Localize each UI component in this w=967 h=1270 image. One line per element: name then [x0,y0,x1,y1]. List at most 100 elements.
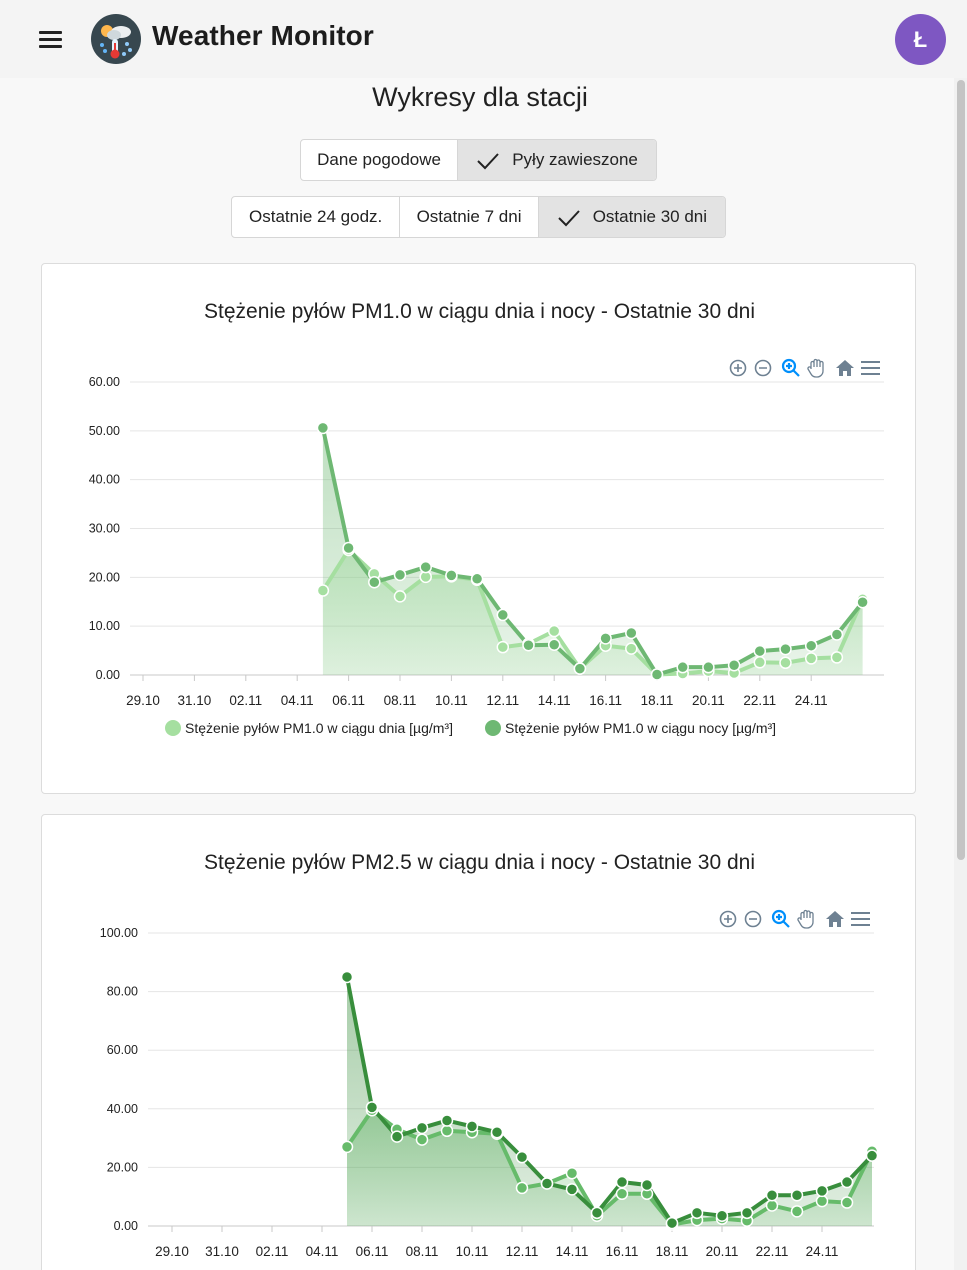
x-tick-label: 18.11 [656,1244,689,1259]
y-tick-label: 100.00 [100,926,138,940]
data-point [316,421,330,435]
data-point [753,644,767,658]
data-point [316,584,330,597]
data-point [665,1216,679,1230]
data-point [615,1187,629,1201]
data-point [393,568,407,582]
x-tick-label: 31.10 [205,1244,239,1259]
legend-label: Stężenie pyłów PM1.0 w ciągu nocy [µg/m³… [505,720,776,736]
data-point [765,1199,779,1212]
data-point [368,575,381,589]
reset-home-icon[interactable] [826,911,844,927]
data-point [790,1188,804,1202]
data-point [856,595,869,609]
data-point [496,640,510,654]
menu-icon[interactable] [36,26,66,52]
x-tick-label: 04.11 [281,693,314,708]
tab-last-7-days[interactable]: Ostatnie 7 dni [400,197,539,237]
data-point [753,656,767,669]
data-point [465,1120,479,1133]
zoom-out-icon[interactable] [744,910,762,928]
data-point [804,639,818,652]
legend-item-1[interactable]: Stężenie pyłów PM1.0 w ciągu nocy [µg/m³… [485,720,776,736]
chart-card-pm25: Stężenie pyłów PM2.5 w ciągu dnia i nocy… [41,814,916,1270]
reset-home-icon[interactable] [836,360,854,376]
data-point [650,668,664,681]
chart-card-pm1: Stężenie pyłów PM1.0 w ciągu dnia i nocy… [41,263,916,794]
data-point [547,638,561,651]
selection-zoom-icon[interactable] [771,909,790,928]
tab-label: Pyły zawieszone [512,150,638,169]
check-icon [557,209,580,227]
legend-label: Stężenie pyłów PM1.0 w ciągu dnia [µg/m³… [185,720,453,736]
x-tick-label: 12.11 [506,1244,539,1259]
tab-particulate-matter[interactable]: Pyły zawieszone [458,140,656,180]
x-tick-label: 31.10 [178,693,212,708]
data-point [804,652,818,665]
data-point [540,1177,554,1190]
weather-logo-icon [91,14,141,64]
zoom-in-icon[interactable] [729,359,747,377]
data-point [590,1206,604,1220]
data-point [815,1184,829,1198]
x-tick-label: 12.11 [486,693,519,708]
y-tick-label: 40.00 [89,473,120,487]
tab-weather-data[interactable]: Dane pogodowe [301,140,459,180]
tab-label: Ostatnie 7 dni [416,207,522,226]
y-tick-label: 60.00 [89,375,120,389]
series-area-1 [347,976,872,1226]
selection-zoom-icon[interactable] [781,358,800,377]
data-point [522,638,535,652]
data-point [365,1101,379,1114]
data-point [440,1124,454,1138]
data-point [342,541,355,555]
data-point [440,1114,454,1127]
data-point [573,662,587,675]
data-point [830,628,844,641]
legend-item-0[interactable]: Stężenie pyłów PM1.0 w ciągu dnia [µg/m³… [165,720,453,736]
zoom-in-icon[interactable] [719,910,737,928]
data-point [470,572,484,586]
menu-icon[interactable] [851,912,870,926]
data-point [790,1205,804,1218]
y-tick-label: 40.00 [107,1102,138,1116]
pan-hand-icon[interactable] [797,909,814,929]
x-tick-label: 29.10 [126,693,160,708]
menu-icon[interactable] [861,361,880,375]
x-tick-label: 04.11 [306,1244,339,1259]
pan-hand-icon[interactable] [807,358,824,378]
check-icon [476,152,499,170]
data-point [340,970,354,984]
zoom-out-icon[interactable] [754,359,772,377]
y-tick-label: 50.00 [89,424,120,438]
data-point [615,1175,629,1189]
x-tick-label: 18.11 [641,693,674,708]
data-point [640,1178,654,1192]
legend-marker [165,720,181,736]
y-tick-label: 30.00 [89,522,120,536]
data-point [515,1150,529,1164]
data-point [625,626,638,640]
x-tick-label: 24.11 [806,1244,839,1259]
x-tick-label: 08.11 [384,693,417,708]
x-tick-label: 14.11 [538,693,571,708]
x-tick-label: 22.11 [756,1244,789,1259]
data-point [393,590,407,603]
series-area-1 [322,427,863,675]
data-point [690,1206,704,1220]
page-title: Wykresy dla stacji [372,82,588,112]
data-point [765,1188,779,1202]
data-point [830,651,844,664]
x-tick-label: 20.11 [706,1244,739,1259]
data-point [340,1140,354,1154]
user-avatar[interactable]: Ł [895,14,946,65]
tab-label: Dane pogodowe [317,150,441,169]
tab-last-24h[interactable]: Ostatnie 24 godz. [232,197,401,237]
data-type-toggle: Dane pogodowe Pyły zawieszone [300,139,657,181]
data-point [547,624,561,638]
time-range-toggle: Ostatnie 24 godz. Ostatnie 7 dni Ostatni… [231,196,726,238]
y-tick-label: 80.00 [107,985,138,999]
x-tick-label: 16.11 [589,693,622,708]
tab-last-30-days[interactable]: Ostatnie 30 dni [538,197,725,237]
scrollbar-thumb[interactable] [957,80,965,860]
